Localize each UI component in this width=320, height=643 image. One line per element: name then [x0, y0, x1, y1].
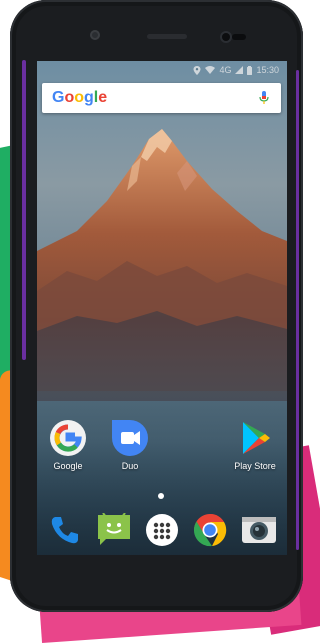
app-label: Duo [121, 461, 139, 471]
status-bar: 4G 15:30 [37, 61, 287, 79]
messaging-icon[interactable] [96, 512, 132, 548]
duo-icon [111, 419, 149, 457]
clock-time: 15:30 [256, 65, 279, 75]
rear-sensor [90, 30, 100, 40]
phone-icon[interactable] [47, 512, 83, 548]
google-search-bar[interactable]: Google [42, 83, 281, 113]
app-duo[interactable]: Duo [102, 419, 158, 471]
phone-screen: 4G 15:30 Google Google Duo Play Store [37, 61, 287, 555]
app-label: Play Store [234, 461, 276, 471]
page-indicator-dot [158, 493, 164, 499]
camera-icon[interactable] [241, 512, 277, 548]
play-store-icon [236, 419, 274, 457]
network-type-label: 4G [219, 65, 232, 75]
app-label: Google [53, 461, 83, 471]
google-icon [49, 419, 87, 457]
signal-icon [235, 66, 244, 74]
earpiece-speaker [147, 34, 187, 39]
app-google[interactable]: Google [40, 419, 96, 471]
google-logo: Google [52, 89, 108, 106]
app-drawer-icon[interactable] [144, 512, 180, 548]
wifi-icon [205, 66, 216, 74]
location-icon [193, 65, 201, 75]
phone-side-accent-right [296, 70, 299, 550]
chrome-icon[interactable] [192, 512, 228, 548]
dock [37, 504, 287, 555]
front-camera [222, 33, 230, 41]
proximity-sensor [232, 34, 246, 40]
wallpaper-mountain [37, 61, 287, 555]
app-play-store[interactable]: Play Store [227, 419, 283, 471]
battery-icon [247, 65, 253, 75]
phone-side-accent [22, 60, 26, 360]
microphone-icon[interactable] [257, 90, 271, 106]
